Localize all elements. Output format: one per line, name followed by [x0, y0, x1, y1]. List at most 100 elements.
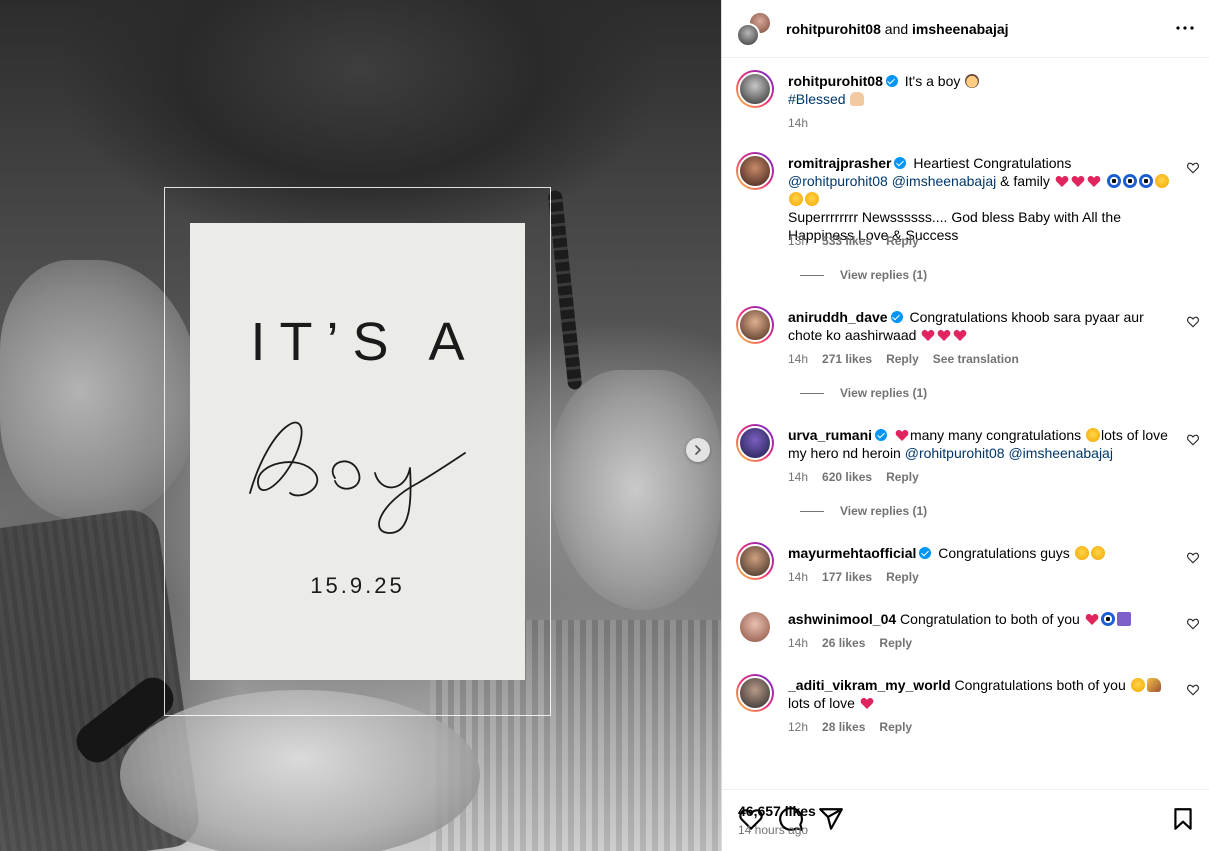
post-actions — [722, 789, 1209, 851]
heart-eyes-emoji-icon — [1130, 678, 1145, 692]
avatar[interactable] — [736, 542, 774, 580]
post-media[interactable]: IT’S A 15.9.25 — [0, 0, 721, 851]
comment-text: romitrajprasher Heartiest Congratulation… — [788, 154, 1171, 244]
red-heart-icon — [1087, 175, 1101, 187]
next-media-button[interactable] — [686, 438, 710, 462]
comment-likes[interactable]: 26 likes — [822, 636, 865, 650]
author-link[interactable]: imsheenabajaj — [912, 21, 1009, 37]
more-icon — [1176, 26, 1194, 30]
reply-button[interactable]: Reply — [886, 570, 919, 584]
see-translation-button[interactable]: See translation — [933, 352, 1019, 366]
reply-button[interactable]: Reply — [879, 720, 912, 734]
card-heading: IT’S A — [250, 312, 479, 372]
verified-icon — [894, 157, 907, 169]
share-icon[interactable] — [818, 806, 844, 832]
comment-username[interactable]: romitrajprasher — [788, 155, 891, 171]
comments-list[interactable]: rohitpurohit08 It's a boy #Blessed 14h r… — [722, 58, 1209, 789]
collab-avatars[interactable] — [736, 10, 772, 47]
avatar[interactable] — [736, 306, 774, 344]
replies-divider — [800, 274, 824, 276]
verified-icon — [875, 429, 888, 441]
comment-likes[interactable]: 620 likes — [822, 470, 872, 484]
reply-button[interactable]: Reply — [886, 352, 919, 366]
reply-button[interactable]: Reply — [886, 470, 919, 484]
post-sidebar: rohitpurohit08 and imsheenabajaj rohitpu… — [721, 0, 1209, 851]
view-replies-button[interactable]: View replies (1) — [800, 268, 927, 282]
avatar[interactable] — [736, 608, 774, 646]
card-script-boy — [249, 421, 466, 534]
heart-eyes-emoji-icon — [1074, 546, 1089, 560]
authors-separator: and — [884, 20, 909, 37]
comment-likes[interactable]: 533 likes — [822, 234, 872, 248]
photo-bracelet — [547, 189, 583, 391]
comment-body: many many congratulations — [909, 427, 1082, 443]
smile-emoji-icon — [1154, 174, 1169, 188]
red-heart-icon — [954, 329, 967, 341]
author-link[interactable]: rohitpurohit08 — [786, 21, 881, 37]
comment-username[interactable]: urva_rumani — [788, 427, 872, 443]
comment-meta: 14h 271 likes Reply See translation — [788, 352, 1033, 366]
comment-body: lots of love — [788, 695, 855, 711]
reply-button[interactable]: Reply — [879, 636, 912, 650]
post-viewer: IT’S A 15.9.25 rohitpurohit08 and imshee… — [0, 0, 1209, 851]
avatar[interactable] — [736, 674, 774, 712]
replies-divider — [800, 392, 824, 394]
boy-emoji-icon — [965, 74, 980, 88]
bookmark-icon[interactable] — [1170, 806, 1196, 832]
red-heart-icon — [922, 329, 935, 341]
comment-meta: 14h 620 likes Reply — [788, 470, 933, 484]
comment-likes[interactable]: 177 likes — [822, 570, 872, 584]
comment-username[interactable]: aniruddh_dave — [788, 309, 888, 325]
timestamp: 14h — [788, 352, 809, 366]
view-replies-button[interactable]: View replies (1) — [800, 504, 927, 518]
verified-icon — [890, 311, 903, 323]
like-comment-icon[interactable] — [1187, 684, 1199, 696]
comment-username[interactable]: rohitpurohit08 — [788, 73, 883, 89]
like-comment-icon[interactable] — [1187, 316, 1199, 328]
mention-link[interactable]: @rohitpurohit08 — [788, 173, 888, 189]
replies-divider — [800, 510, 824, 512]
timestamp: 14h — [788, 636, 809, 650]
comment-username[interactable]: _aditi_vikram_my_world — [788, 677, 951, 693]
comment-body: & family — [1000, 173, 1050, 189]
mention-link[interactable]: @imsheenabajaj — [1008, 445, 1113, 461]
timestamp: 12h — [788, 720, 809, 734]
party-popper-icon — [1146, 678, 1161, 692]
comment-meta: 14h 26 likes Reply — [788, 636, 926, 650]
comment-likes[interactable]: 28 likes — [822, 720, 865, 734]
like-comment-icon[interactable] — [1187, 618, 1199, 630]
view-replies-label: View replies (1) — [840, 268, 928, 282]
photo-hand-right — [550, 370, 721, 610]
like-comment-icon[interactable] — [1187, 434, 1199, 446]
view-replies-button[interactable]: View replies (1) — [800, 386, 927, 400]
comment-meta: 13h 533 likes Reply — [788, 234, 933, 248]
avatar[interactable] — [736, 424, 774, 462]
red-heart-icon — [1085, 613, 1099, 625]
verified-icon — [919, 547, 932, 559]
evil-eye-icon — [1100, 612, 1115, 626]
like-comment-icon[interactable] — [1187, 162, 1199, 174]
verified-icon — [885, 75, 898, 87]
avatar[interactable] — [736, 70, 774, 108]
timestamp: 14h — [788, 116, 809, 130]
like-comment-icon[interactable] — [1187, 552, 1199, 564]
likes-count[interactable]: 46,657 likes — [738, 803, 816, 819]
post-header: rohitpurohit08 and imsheenabajaj — [722, 0, 1209, 58]
mention-link[interactable]: @imsheenabajaj — [892, 173, 997, 189]
reply-button[interactable]: Reply — [886, 234, 919, 248]
comment-username[interactable]: ashwinimool_04 — [788, 611, 896, 627]
timestamp: 14h — [788, 470, 809, 484]
caption-body: It's a boy — [904, 73, 961, 89]
comment-body: Heartiest Congratulations — [913, 155, 1072, 171]
mention-link[interactable]: @rohitpurohit08 — [905, 445, 1005, 461]
heart-eyes-emoji-icon — [1086, 428, 1101, 442]
comment-likes[interactable]: 271 likes — [822, 352, 872, 366]
comment-meta: 12h 28 likes Reply — [788, 720, 926, 734]
more-options-button[interactable] — [1173, 18, 1197, 38]
comment-username[interactable]: mayurmehtaofficial — [788, 545, 916, 561]
view-replies-label: View replies (1) — [840, 386, 928, 400]
avatar[interactable] — [736, 152, 774, 190]
hashtag-link[interactable]: #Blessed — [788, 91, 846, 107]
caption-meta: 14h — [788, 116, 822, 130]
avatar — [736, 22, 760, 47]
